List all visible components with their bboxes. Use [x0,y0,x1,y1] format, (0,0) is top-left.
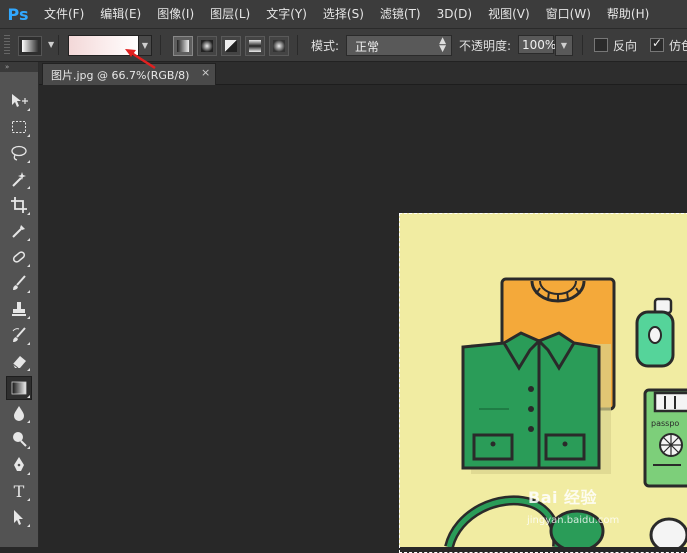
baidu-watermark: Bai 经验 [528,488,598,507]
path-selection-tool-icon[interactable] [7,506,31,528]
menu-window[interactable]: 窗口(W) [538,0,599,28]
menu-file[interactable]: 文件(F) [36,0,92,28]
history-brush-tool-icon[interactable] [7,324,31,346]
menu-select[interactable]: 选择(S) [315,0,372,28]
dodge-tool-icon[interactable] [7,428,31,450]
menu-view[interactable]: 视图(V) [480,0,538,28]
reverse-checkbox[interactable] [594,38,608,52]
divider [160,35,161,55]
crop-tool-icon[interactable] [7,194,31,216]
mode-label: 模式: [311,39,340,53]
tool-preset-chevron-down-icon[interactable]: ▼ [48,40,54,49]
clone-stamp-tool-icon[interactable] [7,298,31,320]
photoshop-logo: Ps [7,4,29,24]
menu-help[interactable]: 帮助(H) [599,0,657,28]
move-tool-icon[interactable] [7,90,31,112]
gradient-tool-icon[interactable] [6,376,32,400]
healing-brush-tool-icon[interactable] [7,246,31,268]
opacity-input[interactable]: 100% [518,35,556,54]
eyedropper-tool-icon[interactable] [7,220,31,242]
eraser-tool-icon[interactable] [7,350,31,372]
divider [58,35,59,55]
svg-text:T: T [14,482,25,500]
radial-gradient-icon[interactable] [197,36,217,56]
lasso-tool-icon[interactable] [7,142,31,164]
brush-tool-icon[interactable] [7,272,31,294]
opacity-label: 不透明度: [459,39,512,53]
updown-arrows-icon: ▲ ▼ [439,36,446,54]
linear-gradient-icon[interactable] [173,36,193,56]
angle-gradient-icon[interactable] [221,36,241,56]
tool-preset-picker[interactable] [18,36,42,56]
blur-tool-icon[interactable] [7,402,31,424]
dither-label: 仿色 [669,39,687,53]
menu-image[interactable]: 图像(I) [149,0,202,28]
close-icon[interactable]: × [201,66,210,79]
tools-panel-collapse-icon[interactable]: » [0,62,38,72]
options-bar: ▼ ▼ 模式: 正常 ▲▼ 不透明度: 100% ▼ 反向 ✓ 仿色 [0,29,687,62]
type-tool-icon[interactable]: T [7,480,31,502]
divider [297,35,298,55]
menu-layer[interactable]: 图层(L) [202,0,258,28]
menu-edit[interactable]: 编辑(E) [92,0,149,28]
pen-tool-icon[interactable] [7,454,31,476]
menu-3d[interactable]: 3D(D) [429,0,480,28]
document-tab-label: 图片.jpg @ 66.7%(RGB/8) [51,69,190,82]
magic-wand-tool-icon[interactable] [7,168,31,190]
dither-checkbox[interactable]: ✓ [650,36,664,52]
marquee-tool-icon[interactable] [7,116,31,138]
opacity-chevron-down-icon[interactable]: ▼ [555,35,573,56]
reverse-label: 反向 [613,39,638,53]
menu-bar: Ps 文件(F) 编辑(E) 图像(I) 图层(L) 文字(Y) 选择(S) 滤… [0,0,687,29]
menu-type[interactable]: 文字(Y) [258,0,315,28]
reflected-gradient-icon[interactable] [245,36,265,56]
mode-value: 正常 [355,40,380,54]
gradient-picker-chevron-down-icon[interactable]: ▼ [138,35,152,56]
menu-filter[interactable]: 滤镜(T) [372,0,429,28]
document-tab[interactable]: 图片.jpg @ 66.7%(RGB/8) × [42,63,216,85]
mode-select[interactable]: 正常 ▲ ▼ [346,35,452,56]
checkmark-icon: ✓ [652,36,663,50]
document-tab-bar: 图片.jpg @ 66.7%(RGB/8) × [39,62,687,85]
baidu-watermark-url: jingyan.baidu.com [527,515,620,526]
options-bar-grip[interactable] [4,35,10,55]
diamond-gradient-icon[interactable] [269,36,289,56]
tools-panel: » T [0,62,39,547]
divider [582,35,583,55]
gradient-picker[interactable] [68,35,140,56]
